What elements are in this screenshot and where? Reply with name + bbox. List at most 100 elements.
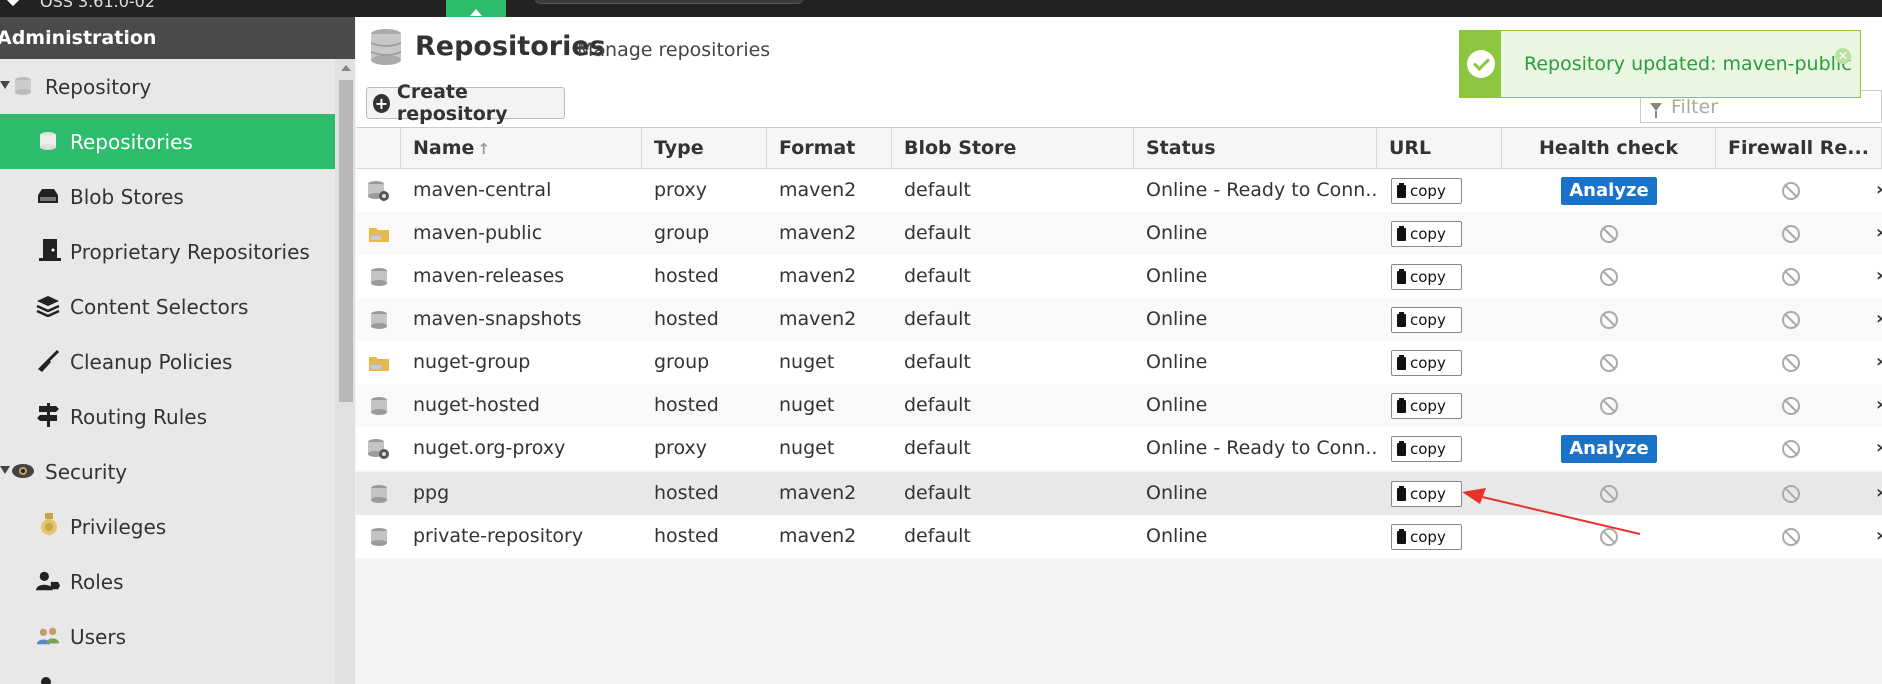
row-expand-icon[interactable]: › xyxy=(1876,437,1882,458)
repo-status: Online - Ready to Conn... xyxy=(1146,437,1377,459)
sidebar-item-repository[interactable]: Repository xyxy=(0,59,335,114)
row-expand-icon[interactable]: › xyxy=(1876,308,1882,329)
users-icon xyxy=(36,624,60,648)
unavailable-icon xyxy=(1600,267,1618,286)
table-row[interactable]: maven-public group maven2 default Online copy… xyxy=(356,212,1882,255)
repo-type: hosted xyxy=(654,265,719,287)
unavailable-icon xyxy=(1782,484,1800,503)
repo-status: Online xyxy=(1146,222,1208,244)
column-header-url[interactable]: URL xyxy=(1377,128,1502,169)
column-header-blob-store[interactable]: Blob Store xyxy=(892,128,1134,169)
health-check-cell: Analyze xyxy=(1502,169,1716,212)
sidebar-item-roles[interactable]: Roles xyxy=(0,554,335,609)
create-repository-button[interactable]: + Create repository xyxy=(366,81,565,125)
medal-icon xyxy=(37,513,61,537)
health-check-cell xyxy=(1502,212,1716,255)
hosted-icon xyxy=(356,255,401,298)
sidebar-item-label: Security xyxy=(45,459,128,484)
sort-ascending-icon: ↑ xyxy=(477,140,490,158)
table-row[interactable]: ppg hosted maven2 default Online copy › xyxy=(356,472,1882,515)
row-expand-icon[interactable]: › xyxy=(1876,394,1882,415)
repo-blob-store: default xyxy=(904,525,971,547)
unavailable-icon xyxy=(1600,224,1618,243)
repo-name: private-repository xyxy=(413,525,584,547)
repo-format: maven2 xyxy=(779,179,857,201)
table-row[interactable]: maven-snapshots hosted maven2 default Online… xyxy=(356,298,1882,341)
column-header-type[interactable]: Type xyxy=(642,128,767,169)
row-expand-icon[interactable]: › xyxy=(1876,265,1882,286)
annotation-arrow xyxy=(1462,488,1640,535)
table-row[interactable]: nuget.org-proxy proxy nuget default Online -… xyxy=(356,427,1882,470)
clipboard-icon xyxy=(1397,528,1406,544)
copy-url-button[interactable]: copy xyxy=(1391,178,1462,204)
firewall-cell xyxy=(1716,255,1866,298)
analyze-button[interactable]: Analyze xyxy=(1561,176,1657,205)
unavailable-icon xyxy=(1600,353,1618,372)
copy-label: copy xyxy=(1410,268,1446,286)
sidebar-item-blob-stores[interactable]: Blob Stores xyxy=(0,169,335,224)
copy-url-button[interactable]: copy xyxy=(1391,264,1462,290)
sidebar-item-security[interactable]: Security xyxy=(0,444,335,499)
sidebar-item-content-selectors[interactable]: Content Selectors xyxy=(0,279,335,334)
column-header-status[interactable]: Status xyxy=(1134,128,1377,169)
table-row[interactable]: nuget-hosted hosted nuget default Online copy… xyxy=(356,384,1882,427)
expand-caret-icon[interactable] xyxy=(0,466,10,474)
copy-url-button[interactable]: copy xyxy=(1391,481,1462,507)
copy-url-button[interactable]: copy xyxy=(1391,436,1462,462)
sidebar-item-users[interactable]: Users xyxy=(0,609,335,664)
table-row[interactable]: private-repository hosted maven2 default Onl… xyxy=(356,515,1882,558)
health-check-cell xyxy=(1502,341,1716,384)
sidebar-item-label: Cleanup Policies xyxy=(70,349,233,374)
signpost-icon xyxy=(36,403,60,427)
copy-url-button[interactable]: copy xyxy=(1391,524,1462,550)
column-header-format[interactable]: Format xyxy=(767,128,892,169)
sidebar-item-routing-rules[interactable]: Routing Rules xyxy=(0,389,335,444)
sidebar-scroll-thumb[interactable] xyxy=(339,80,353,402)
clipboard-icon xyxy=(1397,354,1406,370)
repo-status: Online xyxy=(1146,482,1208,504)
repo-type: group xyxy=(654,222,710,244)
clipboard-icon xyxy=(1397,397,1406,413)
global-search-input[interactable] xyxy=(535,0,803,4)
unavailable-icon xyxy=(1600,310,1618,329)
scroll-up-icon[interactable] xyxy=(341,65,351,71)
sidebar-item-repositories[interactable]: Repositories xyxy=(0,114,335,169)
clipboard-icon xyxy=(1397,485,1406,501)
column-header-health-check[interactable]: Health check xyxy=(1502,128,1716,169)
column-header-firewall[interactable]: Firewall Re... xyxy=(1716,128,1882,169)
top-bar: OSS 3.61.0-02 xyxy=(0,0,1882,17)
copy-url-button[interactable]: copy xyxy=(1391,350,1462,376)
analyze-button[interactable]: Analyze xyxy=(1561,434,1657,463)
table-row[interactable]: maven-central proxy maven2 default Online - … xyxy=(356,169,1882,212)
admin-mode-tab[interactable] xyxy=(446,0,506,17)
copy-url-button[interactable]: copy xyxy=(1391,307,1462,333)
row-expand-icon[interactable]: › xyxy=(1876,482,1882,503)
copy-url-button[interactable]: copy xyxy=(1391,221,1462,247)
sidebar-item-cleanup-policies[interactable]: Cleanup Policies xyxy=(0,334,335,389)
sidebar-item-label: Users xyxy=(70,624,127,649)
sidebar-item-privileges[interactable]: Privileges xyxy=(0,499,335,554)
toast-message: Repository updated: maven-public xyxy=(1524,53,1852,75)
copy-label: copy xyxy=(1410,440,1446,458)
table-row[interactable]: maven-releases hosted maven2 default Online c… xyxy=(356,255,1882,298)
repo-blob-store: default xyxy=(904,308,971,330)
sidebar-item-proprietary-repositories[interactable]: Proprietary Repositories xyxy=(0,224,335,279)
hosted-icon xyxy=(356,472,401,515)
sidebar-item-label: Repository xyxy=(45,74,152,99)
repo-type: hosted xyxy=(654,308,719,330)
table-row[interactable]: nuget-group group nuget default Online copy › xyxy=(356,341,1882,384)
row-expand-icon[interactable]: › xyxy=(1876,179,1882,200)
repo-name: maven-central xyxy=(413,179,552,201)
icon-column-header xyxy=(356,128,401,169)
repo-blob-store: default xyxy=(904,222,971,244)
close-icon[interactable]: ✕ xyxy=(1835,48,1851,64)
unavailable-icon xyxy=(1782,353,1800,372)
copy-url-button[interactable]: copy xyxy=(1391,393,1462,419)
row-expand-icon[interactable]: › xyxy=(1876,222,1882,243)
row-expand-icon[interactable]: › xyxy=(1876,525,1882,546)
firewall-cell xyxy=(1716,384,1866,427)
row-expand-icon[interactable]: › xyxy=(1876,351,1882,372)
expand-caret-icon[interactable] xyxy=(0,81,10,89)
column-header-name[interactable]: Name ↑ xyxy=(401,128,642,169)
firewall-cell xyxy=(1716,341,1866,384)
